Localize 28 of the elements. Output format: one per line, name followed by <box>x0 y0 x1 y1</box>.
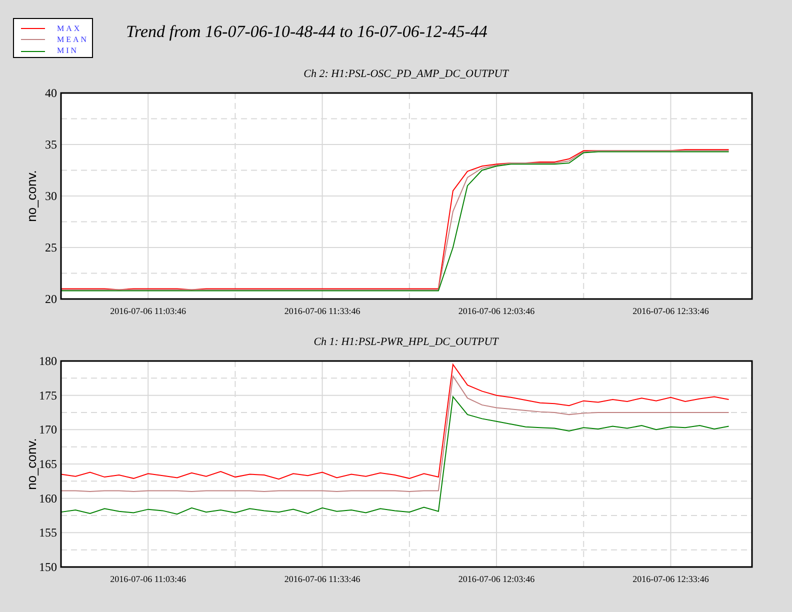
axis-label: no_conv. <box>24 438 39 490</box>
legend-label: MAX <box>57 24 82 34</box>
axis-tick-label: 40 <box>45 86 57 100</box>
legend-label: MIN <box>57 46 79 56</box>
axis-tick-label: 30 <box>45 189 57 203</box>
axis-tick-label: 2016-07-06 11:33:46 <box>284 574 360 584</box>
axis-tick-label: 2016-07-06 12:03:46 <box>458 574 535 584</box>
axis-tick-label: 25 <box>45 240 57 254</box>
legend-label: MEAN <box>57 34 89 45</box>
axis-tick-label: 2016-07-06 12:33:46 <box>632 306 709 316</box>
axis-tick-label: 35 <box>45 138 57 152</box>
axis-tick-label: 165 <box>39 457 57 471</box>
chart-title: Ch 2: H1:PSL-OSC_PD_AMP_DC_OUTPUT <box>304 68 508 80</box>
axis-tick-label: 180 <box>39 354 57 368</box>
axis-tick-label: 2016-07-06 11:03:46 <box>110 574 186 584</box>
chart-title: Ch 1: H1:PSL-PWR_HPL_DC_OUTPUT <box>314 336 498 348</box>
axis-tick-label: 160 <box>39 491 57 506</box>
axis-tick-label: 155 <box>39 526 57 540</box>
axis-tick-label: 2016-07-06 11:03:46 <box>110 306 186 316</box>
axis-tick-label: 150 <box>39 560 57 574</box>
axis-tick-label: 175 <box>39 388 57 402</box>
trend-title: Trend from 16-07-06-10-48-44 to 16-07-06-12-45-44 <box>126 22 488 42</box>
axis-tick-label: 2016-07-06 12:03:46 <box>458 306 535 316</box>
axis-tick-label: 2016-07-06 12:33:46 <box>632 574 709 584</box>
axis-tick-label: 2016-07-06 11:33:46 <box>284 306 360 316</box>
axis-label: no_conv. <box>24 170 39 222</box>
axis-tick-label: 170 <box>39 422 57 437</box>
axis-tick-label: 20 <box>45 292 57 306</box>
